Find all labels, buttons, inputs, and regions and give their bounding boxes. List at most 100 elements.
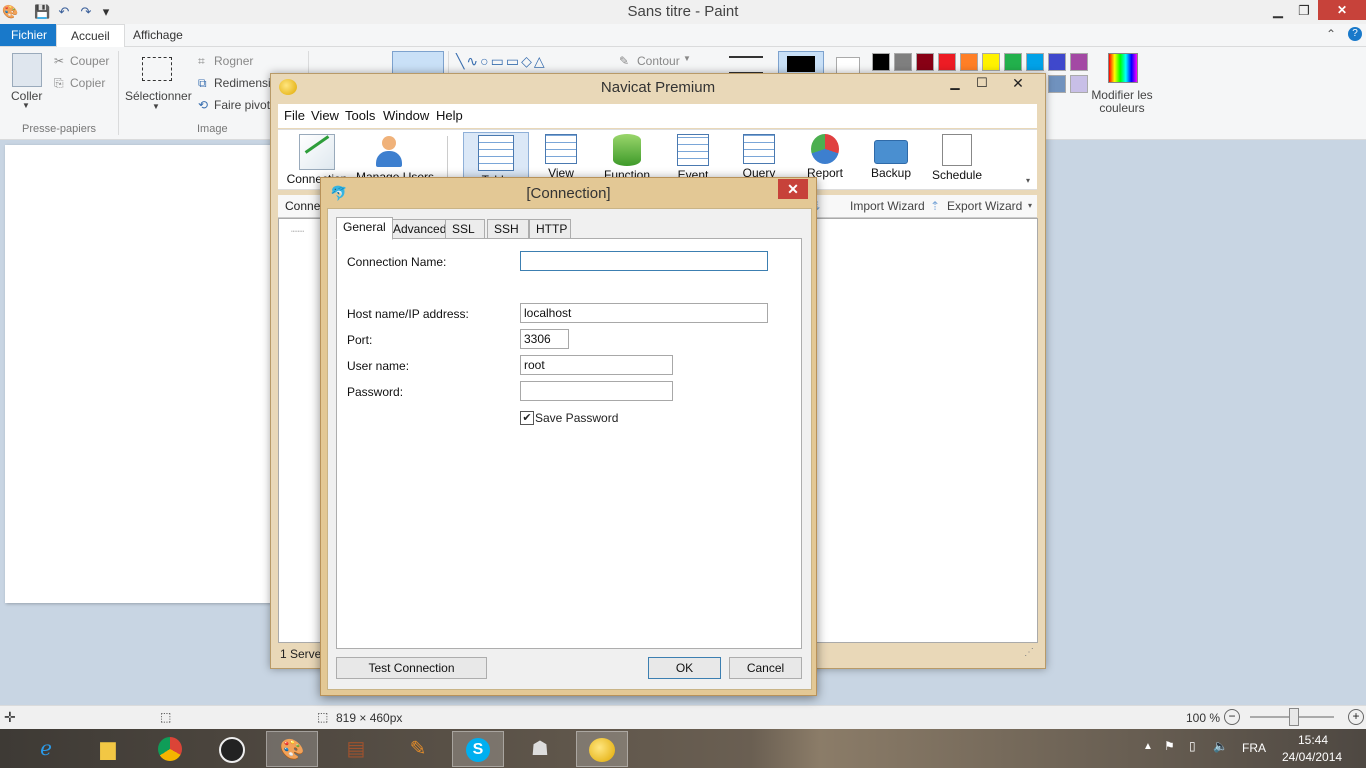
shapes-gallery[interactable]: ╲∿○▭▭◇△ <box>456 53 600 71</box>
tab-http[interactable]: HTTP <box>529 219 571 239</box>
menu-file[interactable]: File <box>284 108 305 123</box>
clock-date[interactable]: 24/04/2014 <box>1282 750 1342 764</box>
clock-time[interactable]: 15:44 <box>1298 733 1328 747</box>
menu-window[interactable]: Window <box>383 108 429 123</box>
test-connection-button[interactable]: Test Connection <box>336 657 487 679</box>
palette-color-swatch[interactable] <box>916 53 934 71</box>
tab-ssl[interactable]: SSL <box>445 219 485 239</box>
palette-color-swatch[interactable] <box>1048 53 1066 71</box>
collapse-ribbon-icon[interactable]: ⌃ <box>1326 27 1336 41</box>
palette-color-swatch[interactable] <box>872 53 890 71</box>
toolbar-overflow-icon[interactable]: ▾ <box>1026 176 1030 185</box>
paint-ribbon-tabs: Fichier Accueil Affichage ⌃ ? <box>0 24 1366 47</box>
tab-ssh[interactable]: SSH <box>487 219 529 239</box>
view-icon <box>545 134 577 164</box>
export-wizard-button[interactable]: Export Wizard <box>947 199 1022 213</box>
palette-color-swatch[interactable] <box>1048 75 1066 93</box>
select-dropdown-icon[interactable]: ▼ <box>152 102 160 111</box>
palette-color-swatch[interactable] <box>938 53 956 71</box>
tab-affichage[interactable]: Affichage <box>119 24 197 46</box>
tab-advanced[interactable]: Advanced <box>386 219 454 239</box>
password-input[interactable] <box>520 381 673 401</box>
paste-dropdown-icon[interactable]: ▼ <box>22 101 30 110</box>
import-wizard-button[interactable]: Import Wizard <box>850 199 925 213</box>
resize-icon: ⧉ <box>198 76 207 90</box>
chrome-icon[interactable] <box>144 731 196 767</box>
copy-button[interactable]: Copier <box>70 76 105 90</box>
tab-general[interactable]: General <box>336 217 393 240</box>
save-password-checkbox[interactable]: ✔ <box>520 411 534 425</box>
navicat-close-icon[interactable]: ✕ <box>999 75 1037 92</box>
paint-taskbar-icon[interactable]: 🎨 <box>266 731 318 767</box>
palette-color-swatch[interactable] <box>1004 53 1022 71</box>
tab-accueil[interactable]: Accueil <box>56 24 125 47</box>
show-hidden-icons[interactable]: ▲ <box>1143 741 1153 752</box>
port-input[interactable] <box>520 329 569 349</box>
toolbar-backup-button[interactable]: Backup <box>858 132 924 186</box>
internet-explorer-icon[interactable]: ℯ <box>20 731 72 767</box>
general-tab-panel: Connection Name: Host name/IP address: P… <box>336 238 802 649</box>
palette-color-swatch[interactable] <box>1070 75 1088 93</box>
app-editor-icon[interactable]: ✎ <box>392 731 444 767</box>
host-input[interactable] <box>520 303 768 323</box>
copy-icon: ⎘ <box>54 76 64 90</box>
zoom-in-button[interactable]: + <box>1348 709 1364 725</box>
file-explorer-icon[interactable]: ▆ <box>82 731 134 767</box>
zoom-slider-thumb[interactable] <box>1289 708 1299 726</box>
device-icon[interactable]: ▯ <box>1189 739 1196 753</box>
navicat-menubar: File View Tools Window Help <box>278 104 1037 128</box>
cut-button[interactable]: Couper <box>70 54 109 68</box>
navicat-maximize-icon[interactable]: ☐ <box>968 75 996 91</box>
clipboard-group-label: Presse-papiers <box>22 123 96 135</box>
app-ble-icon[interactable] <box>206 731 258 767</box>
event-icon <box>677 134 709 166</box>
clipboard-icon[interactable] <box>12 53 42 87</box>
resize-button[interactable]: Redimensi <box>214 76 271 90</box>
palette-color-swatch[interactable] <box>960 53 978 71</box>
skype-icon[interactable]: S <box>452 731 504 767</box>
ok-button[interactable]: OK <box>648 657 721 679</box>
paint-canvas[interactable] <box>5 145 271 603</box>
select-button[interactable]: Sélectionner <box>125 89 192 103</box>
paint-titlebar: 🎨 💾 ↶ ↷ ▾ Sans titre - Paint ▁ ❐ ✕ <box>0 0 1366 24</box>
outline-dropdown-icon[interactable]: ▼ <box>683 54 691 63</box>
save-password-label[interactable]: Save Password <box>535 411 618 425</box>
dialog-close-button[interactable]: ✕ <box>778 179 808 199</box>
language-indicator[interactable]: FRA <box>1242 741 1266 755</box>
help-icon[interactable]: ? <box>1348 27 1362 41</box>
user-name-input[interactable] <box>520 355 673 375</box>
subbar-overflow-icon[interactable]: ▾ <box>1028 201 1032 210</box>
volume-icon[interactable]: 🔈 <box>1213 739 1228 753</box>
resize-grip-icon[interactable]: ⋰ <box>1024 647 1034 658</box>
edit-colors-button[interactable]: Modifier les couleurs <box>1090 89 1154 115</box>
connection-dialog-body: General Advanced SSL SSH HTTP Connection… <box>327 208 812 690</box>
navicat-title: Navicat Premium <box>600 79 716 96</box>
menu-view[interactable]: View <box>311 108 339 123</box>
tab-fichier[interactable]: Fichier <box>0 24 59 46</box>
maximize-icon[interactable]: ❐ <box>1290 0 1318 22</box>
palette-color-swatch[interactable] <box>1070 53 1088 71</box>
export-wizard-icon: ⇡ <box>930 199 941 213</box>
select-rectangle-icon[interactable] <box>142 57 172 81</box>
connection-dialog-title: [Connection] <box>526 185 611 202</box>
zoom-out-button[interactable]: − <box>1224 709 1240 725</box>
minimize-icon[interactable]: ▁ <box>1264 0 1292 22</box>
winrar-icon[interactable]: ▤ <box>330 731 382 767</box>
palette-color-swatch[interactable] <box>894 53 912 71</box>
palette-color-swatch[interactable] <box>982 53 1000 71</box>
counter-strike-icon[interactable]: ☗ <box>514 731 566 767</box>
crop-button[interactable]: Rogner <box>214 54 253 68</box>
cancel-button[interactable]: Cancel <box>729 657 802 679</box>
edit-colors-icon[interactable] <box>1108 53 1138 83</box>
network-icon[interactable]: ⚑ <box>1164 739 1175 753</box>
palette-color-swatch[interactable] <box>1026 53 1044 71</box>
outline-button[interactable]: Contour <box>637 54 680 68</box>
paint-close-button[interactable]: ✕ <box>1318 0 1366 20</box>
navicat-taskbar-icon[interactable] <box>576 731 628 767</box>
menu-tools[interactable]: Tools <box>345 108 375 123</box>
connection-name-input[interactable] <box>520 251 768 271</box>
toolbar-schedule-button[interactable]: Schedule <box>924 132 990 186</box>
navicat-minimize-icon[interactable]: ▁ <box>941 76 969 90</box>
rotate-button[interactable]: Faire pivot <box>214 98 270 112</box>
menu-help[interactable]: Help <box>436 108 463 123</box>
